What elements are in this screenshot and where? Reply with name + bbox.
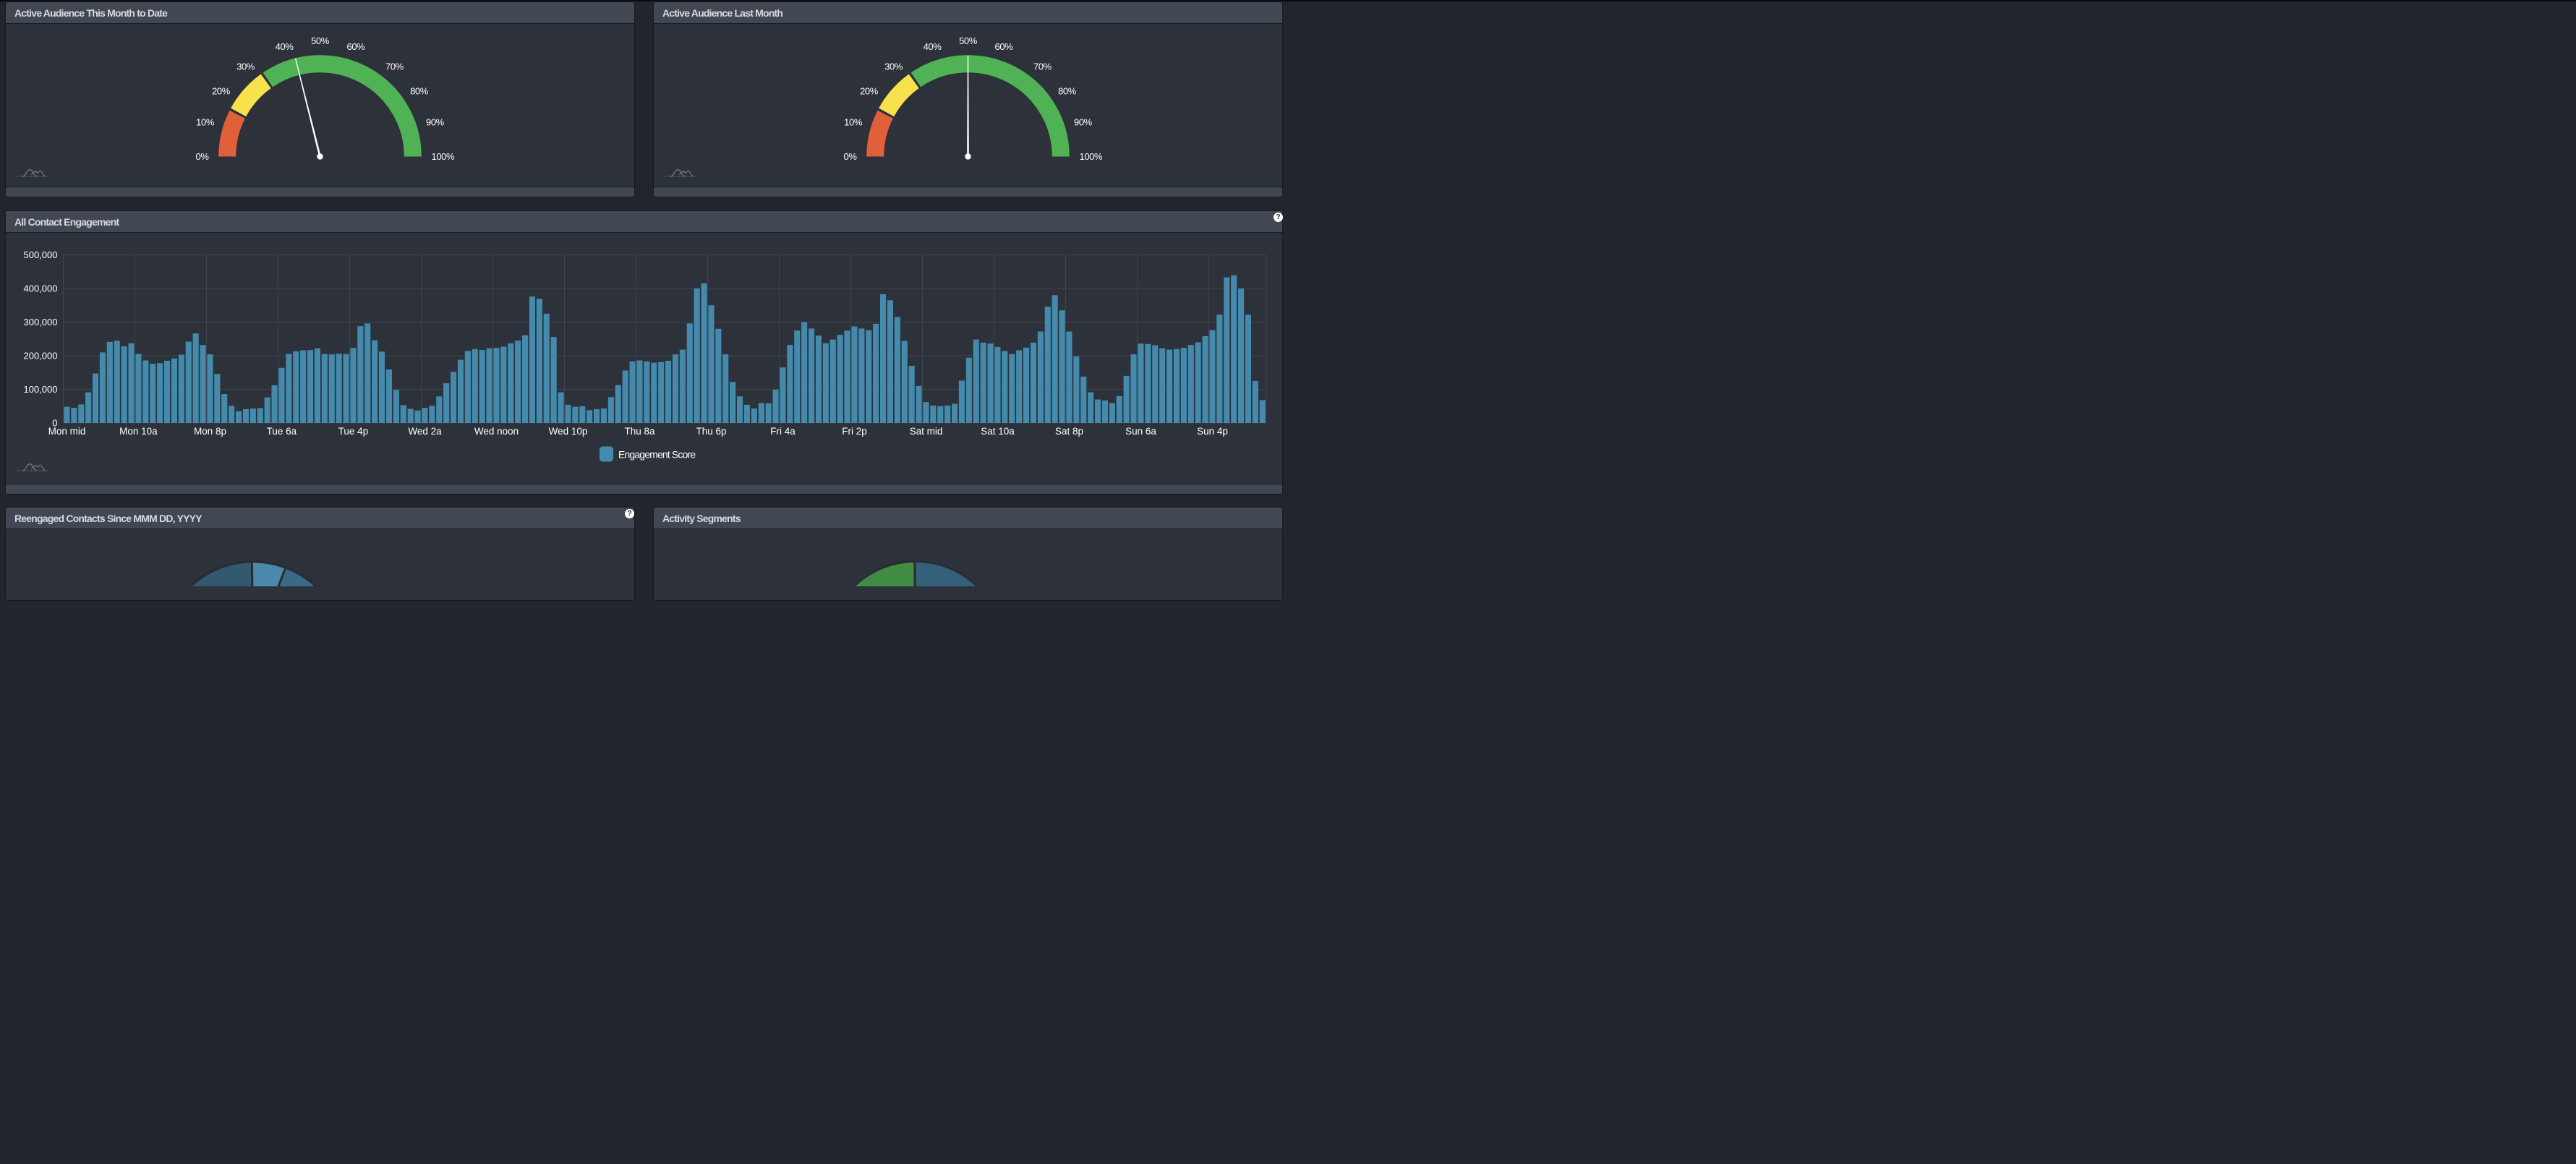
svg-text:70%: 70%	[1033, 61, 1052, 72]
svg-text:Tue 4p: Tue 4p	[338, 426, 369, 437]
svg-text:60%: 60%	[994, 41, 1013, 52]
svg-text:0%: 0%	[844, 151, 858, 162]
svg-text:Tue 6a: Tue 6a	[267, 426, 297, 437]
svg-text:Mon mid: Mon mid	[48, 426, 86, 437]
svg-text:20%: 20%	[212, 86, 231, 97]
svg-text:Sun 6a: Sun 6a	[1125, 426, 1156, 437]
svg-text:Wed noon: Wed noon	[474, 426, 519, 437]
svg-text:Fri 4a: Fri 4a	[770, 426, 796, 437]
svg-text:500,000: 500,000	[24, 249, 58, 260]
svg-text:100%: 100%	[432, 151, 455, 162]
svg-text:Sat 8p: Sat 8p	[1055, 426, 1083, 437]
svg-text:50%: 50%	[311, 35, 330, 46]
svg-text:Wed 10p: Wed 10p	[549, 426, 588, 437]
svg-text:200,000: 200,000	[24, 351, 58, 361]
svg-text:Fri 2p: Fri 2p	[842, 426, 867, 437]
svg-text:30%: 30%	[884, 61, 903, 72]
svg-text:10%: 10%	[844, 116, 863, 127]
svg-text:Mon 8p: Mon 8p	[194, 426, 226, 437]
svg-text:10%: 10%	[196, 116, 215, 127]
svg-text:Sun 4p: Sun 4p	[1197, 426, 1228, 437]
svg-text:400,000: 400,000	[24, 283, 58, 294]
svg-text:Sat mid: Sat mid	[910, 426, 943, 437]
svg-text:Mon 10a: Mon 10a	[119, 426, 158, 437]
svg-text:Engagement Score: Engagement Score	[618, 449, 696, 461]
svg-text:0%: 0%	[196, 151, 210, 162]
svg-text:40%: 40%	[276, 41, 294, 52]
svg-text:50%: 50%	[959, 35, 978, 46]
svg-text:Sat 10a: Sat 10a	[981, 426, 1015, 437]
svg-text:Wed 2a: Wed 2a	[408, 426, 442, 437]
svg-text:40%: 40%	[924, 41, 942, 52]
svg-text:30%: 30%	[236, 61, 255, 72]
svg-text:Thu 6p: Thu 6p	[696, 426, 726, 437]
svg-text:100,000: 100,000	[24, 384, 58, 395]
svg-text:90%: 90%	[1074, 116, 1093, 127]
svg-text:Thu 8a: Thu 8a	[624, 426, 655, 437]
svg-text:80%: 80%	[410, 86, 429, 97]
svg-text:70%: 70%	[385, 61, 404, 72]
svg-text:20%: 20%	[860, 86, 879, 97]
svg-text:300,000: 300,000	[24, 317, 58, 328]
svg-text:60%: 60%	[346, 41, 365, 52]
svg-text:100%: 100%	[1080, 151, 1103, 162]
svg-text:90%: 90%	[426, 116, 445, 127]
svg-text:80%: 80%	[1058, 86, 1077, 97]
